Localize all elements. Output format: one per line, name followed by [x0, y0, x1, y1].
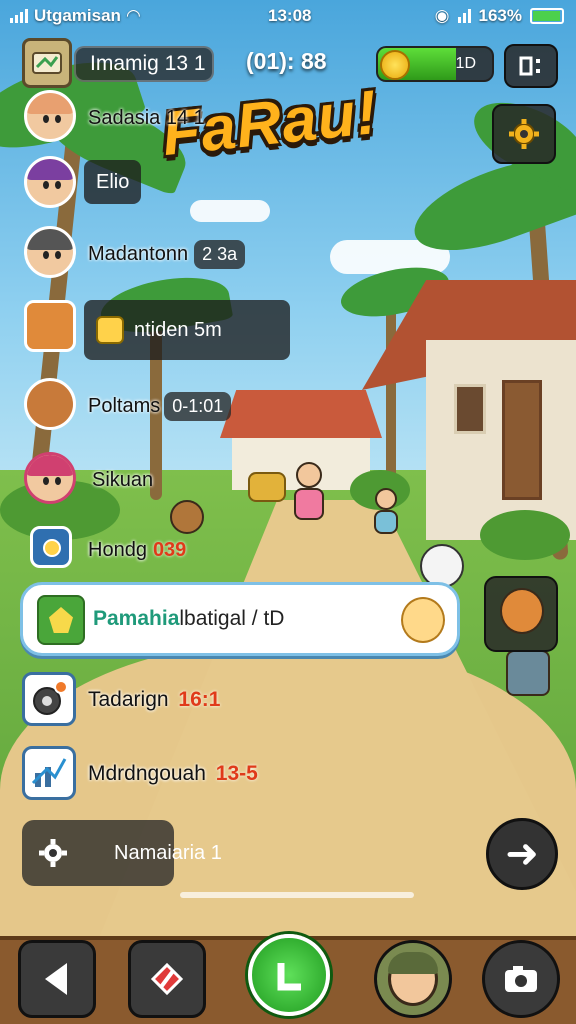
map-button[interactable]	[128, 940, 206, 1018]
friend-item[interactable]: Sadasia 14 1	[0, 90, 300, 150]
friend-name: Sadasia 14 1	[88, 106, 205, 129]
player-name: Imamig 13 1	[90, 52, 206, 75]
game-timer: (01): 88	[246, 48, 327, 74]
row-icon-mdrdngouah[interactable]	[22, 746, 76, 800]
quest-title-tail: lbatigal / tD	[179, 607, 285, 630]
status-bar: Utgamisan ◠ 13:08 ◉ 163%	[0, 0, 576, 34]
reward-icon	[96, 316, 124, 344]
friend-label: Poltams 0-1:01	[88, 388, 232, 424]
friend-item[interactable]: Elio	[0, 156, 300, 216]
friend-number: 039	[152, 538, 187, 561]
friend-name: Poltams	[88, 394, 161, 417]
friend-item[interactable]: Poltams 0-1:01	[0, 378, 300, 438]
npc-portrait-card[interactable]	[484, 576, 558, 652]
carrier-name: Utgamisan	[34, 6, 121, 25]
friend-name: Hondg	[88, 538, 147, 561]
scroll-indicator[interactable]	[180, 892, 414, 898]
menu-button[interactable]	[504, 44, 558, 88]
friend-item[interactable]: ntiden 5m	[0, 300, 300, 360]
grid-menu-icon	[519, 56, 540, 76]
friend-item[interactable]: Sikuan	[0, 452, 300, 512]
friend-avatar	[24, 452, 76, 504]
profile-button[interactable]	[374, 940, 452, 1018]
friend-name: ntiden 5m	[134, 318, 222, 341]
friend-avatar	[24, 156, 76, 208]
bottom-bar	[0, 934, 576, 1024]
map-scroll-icon	[32, 52, 62, 74]
friend-item[interactable]: Madantonn 2 3a	[0, 226, 300, 286]
play-icon	[277, 963, 301, 991]
friend-name: Sikuan	[92, 468, 154, 491]
gear-icon	[39, 839, 67, 867]
friend-status-badge: 0-1:01	[164, 391, 232, 421]
fox-face-icon	[500, 588, 544, 634]
friend-name: Madantonn	[88, 242, 189, 265]
friend-status-badge: 2 3a	[194, 239, 246, 269]
quest-title: Pamahialbatigal / tD	[93, 607, 284, 631]
broom-icon	[401, 597, 445, 643]
player-name-panel[interactable]: Imamig 13 1	[74, 46, 214, 82]
row-label-tadarign[interactable]: Tadarign 16:1	[88, 688, 220, 712]
battery-icon	[530, 8, 564, 24]
avatar-icon	[388, 952, 438, 1006]
villager-child[interactable]	[372, 488, 400, 538]
row-text: Tadarign	[88, 688, 169, 711]
quest-title-main: Pamahia	[93, 607, 180, 630]
signal-icon	[10, 9, 28, 23]
back-button[interactable]	[18, 940, 96, 1018]
battery-percent: 163%	[478, 6, 522, 25]
coin-icon	[380, 50, 410, 80]
row-icon-tadarign[interactable]	[22, 672, 76, 726]
settings-row-label: Namaiaria 1	[114, 841, 222, 864]
bush	[480, 510, 570, 560]
settings-row[interactable]: Namaiaria 1	[22, 820, 222, 886]
cell-signal-icon	[457, 9, 471, 23]
energy-bar[interactable]: 1D	[376, 46, 494, 82]
row-label-mdrdngouah[interactable]: Mdrdngouah 13-5	[88, 762, 258, 786]
map-marker-icon	[150, 962, 184, 996]
friend-item[interactable]: Hondg 039	[0, 522, 300, 582]
friend-avatar	[24, 378, 76, 430]
friend-label: Hondg 039	[88, 532, 186, 568]
friend-label: Madantonn 2 3a	[88, 236, 246, 272]
settings-button[interactable]	[492, 104, 556, 164]
next-button[interactable]: ➜	[486, 818, 558, 890]
friend-label: ntiden 5m	[84, 300, 290, 360]
row-number: 13-5	[215, 762, 258, 785]
arrow-right-icon: ➜	[505, 832, 539, 876]
gear-icon	[509, 119, 539, 149]
friend-avatar	[24, 300, 76, 352]
location-icon: ◉	[434, 6, 450, 25]
quest-banner[interactable]: Pamahialbatigal / tD	[20, 582, 460, 656]
quest-character-icon	[37, 595, 85, 645]
player-avatar[interactable]	[22, 38, 72, 88]
row-text: Mdrdngouah	[88, 762, 206, 785]
clock: 13:08	[268, 6, 312, 25]
wifi-icon: ◠	[126, 6, 140, 25]
friend-avatar	[24, 90, 76, 142]
camera-icon	[505, 966, 537, 992]
friend-avatar	[30, 526, 72, 568]
back-arrow-icon	[45, 963, 67, 995]
friend-avatar	[24, 226, 76, 278]
gear-alert-icon	[33, 680, 68, 715]
play-button[interactable]	[248, 934, 330, 1016]
friend-name: Elio	[84, 160, 142, 204]
energy-label: 1D	[455, 55, 476, 72]
camera-button[interactable]	[482, 940, 560, 1018]
chart-icon	[31, 758, 67, 787]
row-number: 16:1	[178, 688, 221, 711]
